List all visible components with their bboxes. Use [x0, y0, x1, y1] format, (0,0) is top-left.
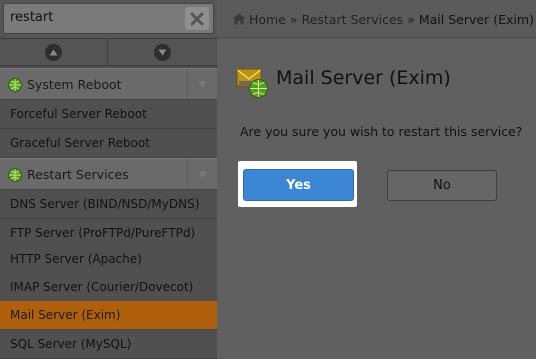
sidebar-item-label: SQL Server (MySQL)	[10, 337, 132, 351]
category-system-reboot[interactable]: System Reboot	[0, 68, 217, 100]
sidebar-item-http-server[interactable]: HTTP Server (Apache)	[0, 245, 217, 274]
category-label: Restart Services	[27, 167, 129, 182]
collapse-all-button[interactable]	[0, 39, 108, 65]
yes-button[interactable]: Yes	[243, 169, 354, 201]
sidebar-scroll-bar	[0, 38, 217, 66]
sidebar-item-label: HTTP Server (Apache)	[10, 252, 142, 266]
search-input[interactable]: restart	[3, 3, 214, 34]
category-collapse-toggle[interactable]	[187, 159, 217, 189]
no-button[interactable]: No	[387, 170, 497, 201]
home-icon[interactable]	[232, 13, 246, 25]
sidebar: restart System Reboot Forceful Server Re…	[0, 0, 217, 359]
sidebar-item-label: Forceful Server Reboot	[10, 107, 147, 121]
clear-search-button[interactable]	[185, 7, 209, 30]
chevron-down-icon	[153, 43, 171, 61]
breadcrumb-separator: »	[407, 12, 415, 27]
breadcrumb-separator: »	[289, 12, 298, 27]
sidebar-item-label: Graceful Server Reboot	[10, 136, 150, 150]
category-label: System Reboot	[27, 77, 122, 92]
page-title: Mail Server (Exim)	[276, 67, 451, 89]
mail-server-icon	[236, 68, 268, 98]
sidebar-item-label: DNS Server (BIND/NSD/MyDNS)	[10, 197, 200, 211]
sidebar-item-sql-server[interactable]: SQL Server (MySQL)	[0, 330, 217, 359]
category-collapse-toggle[interactable]	[187, 69, 217, 99]
sidebar-item-imap-server[interactable]: IMAP Server (Courier/Dovecot)	[0, 273, 217, 302]
main-content: Home» Restart Services» Mail Server (Exim)…	[218, 0, 536, 359]
breadcrumb-home-link[interactable]: Home	[249, 12, 286, 27]
green-globe-icon	[8, 168, 22, 182]
search-input-value: restart	[10, 10, 54, 25]
sidebar-item-ftp-server[interactable]: FTP Server (ProFTPd/PureFTPd)	[0, 219, 217, 248]
sidebar-item-dns-server[interactable]: DNS Server (BIND/NSD/MyDNS)	[0, 190, 217, 219]
chevron-up-icon	[45, 43, 62, 61]
expand-all-button[interactable]	[108, 39, 216, 65]
sidebar-item-label: IMAP Server (Courier/Dovecot)	[10, 280, 194, 294]
search-bar: restart	[0, 0, 217, 38]
sidebar-item-label: FTP Server (ProFTPd/PureFTPd)	[10, 226, 196, 240]
chevron-down-icon	[198, 81, 207, 87]
category-restart-services[interactable]: Restart Services	[0, 158, 217, 190]
sidebar-item-graceful-server-reboot[interactable]: Graceful Server Reboot	[0, 129, 217, 158]
chevron-down-icon	[198, 171, 207, 177]
sidebar-item-label: Mail Server (Exim)	[10, 308, 121, 322]
breadcrumb: Home» Restart Services» Mail Server (Exim)	[218, 0, 536, 38]
sidebar-item-forceful-server-reboot[interactable]: Forceful Server Reboot	[0, 100, 217, 129]
sidebar-item-mail-server[interactable]: Mail Server (Exim)	[0, 301, 217, 330]
confirmation-prompt: Are you sure you wish to restart this se…	[240, 124, 523, 139]
breadcrumb-restart-services-link[interactable]: Restart Services	[302, 12, 404, 27]
close-icon	[190, 12, 204, 25]
breadcrumb-current: Mail Server (Exim)	[418, 12, 534, 27]
green-globe-icon	[8, 78, 22, 92]
